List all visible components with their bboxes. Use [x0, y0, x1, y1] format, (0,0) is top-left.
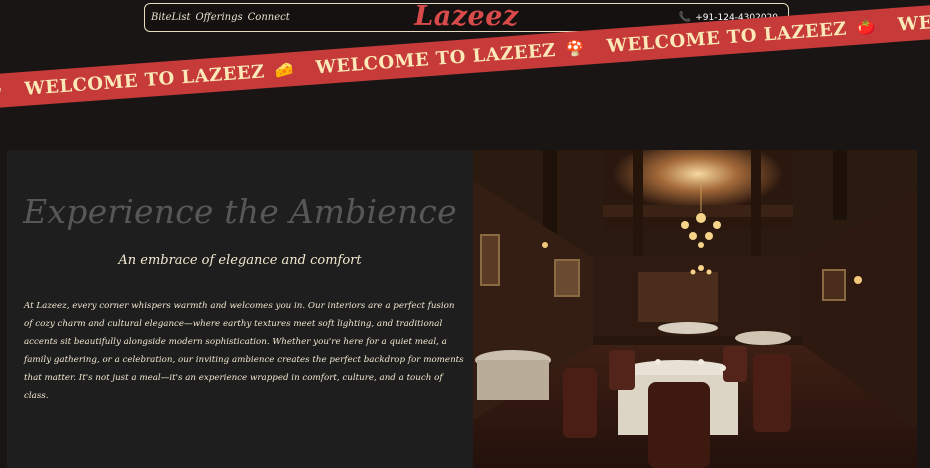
nav-link-bitelist[interactable]: BiteList — [151, 12, 190, 23]
ambience-section: Experience the Ambience An embrace of el… — [7, 150, 917, 468]
chili-pepper-icon: 🌶 — [0, 81, 4, 101]
nav-links: BiteList Offerings Connect — [151, 12, 290, 23]
banner-text: WELCOME TO LAZEEZ — [314, 39, 557, 78]
banner-item: WELCOME TO LAZEEZ 🧀 — [23, 59, 295, 100]
section-body-text: At Lazeez, every corner whispers warmth … — [24, 301, 464, 401]
brand-logo[interactable]: Lazeez — [414, 0, 519, 35]
nav-link-connect[interactable]: Connect — [248, 12, 290, 23]
dining-room-illustration — [473, 150, 917, 468]
restaurant-interior-image — [473, 150, 917, 468]
tomato-icon: 🍅 — [856, 17, 877, 37]
banner-text: WELCOME TO LAZEEZ — [23, 60, 266, 100]
mushroom-icon: 🍄 — [565, 38, 586, 59]
cheese-icon: 🧀 — [273, 60, 295, 80]
phone-icon: 📞 — [678, 12, 692, 23]
nav-link-offerings[interactable]: Offerings — [195, 12, 242, 23]
section-subheading: An embrace of elegance and comfort — [118, 253, 362, 268]
section-heading: Experience the Ambience — [23, 192, 457, 231]
welcome-banner-wrap: 🌶 WELCOME TO LAZEEZ 🧀 WELCOME TO LAZEEZ … — [0, 0, 930, 162]
banner-item: 🌶 — [0, 81, 3, 100]
banner-item: WELCOME TO LAZEEZ 🍄 — [315, 37, 586, 78]
banner-text: WELCOME — [897, 5, 930, 36]
ambience-text-column: Experience the Ambience An embrace of el… — [7, 150, 473, 468]
banner-item: WELCOME — [897, 6, 930, 35]
